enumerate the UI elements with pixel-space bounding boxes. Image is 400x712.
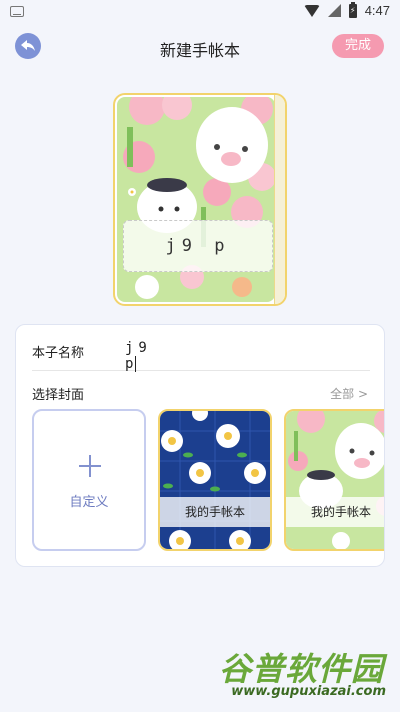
name-row: 本子名称 j9 p xyxy=(32,338,370,372)
name-input[interactable]: j9 p xyxy=(125,340,177,372)
cover-list[interactable]: 自定义 我的手帐本 我的手帐本 xyxy=(32,409,384,553)
wifi-icon xyxy=(303,4,320,17)
header: 新建手帐本 完成 xyxy=(0,28,400,68)
custom-cover-label: 自定义 xyxy=(69,495,109,510)
notebook-preview: j9 p xyxy=(113,93,287,306)
name-label: 本子名称 xyxy=(32,346,85,361)
cover-option-label: 我的手帐本 xyxy=(286,497,384,527)
notebook-spine xyxy=(274,95,285,304)
cover-option-green-bunny[interactable]: 我的手帐本 xyxy=(284,409,384,551)
plus-icon xyxy=(79,455,101,477)
cover-thumbnail xyxy=(160,411,270,549)
done-button[interactable]: 完成 xyxy=(332,34,384,58)
battery-icon: ⚡ xyxy=(348,1,357,18)
cover-section-label: 选择封面 xyxy=(32,388,85,403)
status-bar: ⚡ 4:47 xyxy=(0,0,400,24)
text-caret xyxy=(135,356,137,372)
custom-cover-button[interactable]: 自定义 xyxy=(32,409,146,551)
cover-thumbnail xyxy=(286,411,384,549)
signal-icon xyxy=(327,4,341,17)
notebook-settings-card: 本子名称 j9 p 选择封面 全部 > 自定义 我的手帐本 我的手帐本 xyxy=(15,324,385,567)
preview-cover-text: j9 p xyxy=(123,220,273,272)
view-all-covers-link[interactable]: 全部 > xyxy=(330,385,368,402)
watermark-url: www.gupuxiazai.com xyxy=(231,684,386,699)
cover-option-blue-flowers[interactable]: 我的手帐本 xyxy=(158,409,272,551)
clock: 4:47 xyxy=(364,3,390,18)
cover-option-label: 我的手帐本 xyxy=(160,497,270,527)
watermark: 谷普软件园 www.gupuxiazai.com xyxy=(207,644,392,704)
keyboard-icon xyxy=(10,6,24,17)
